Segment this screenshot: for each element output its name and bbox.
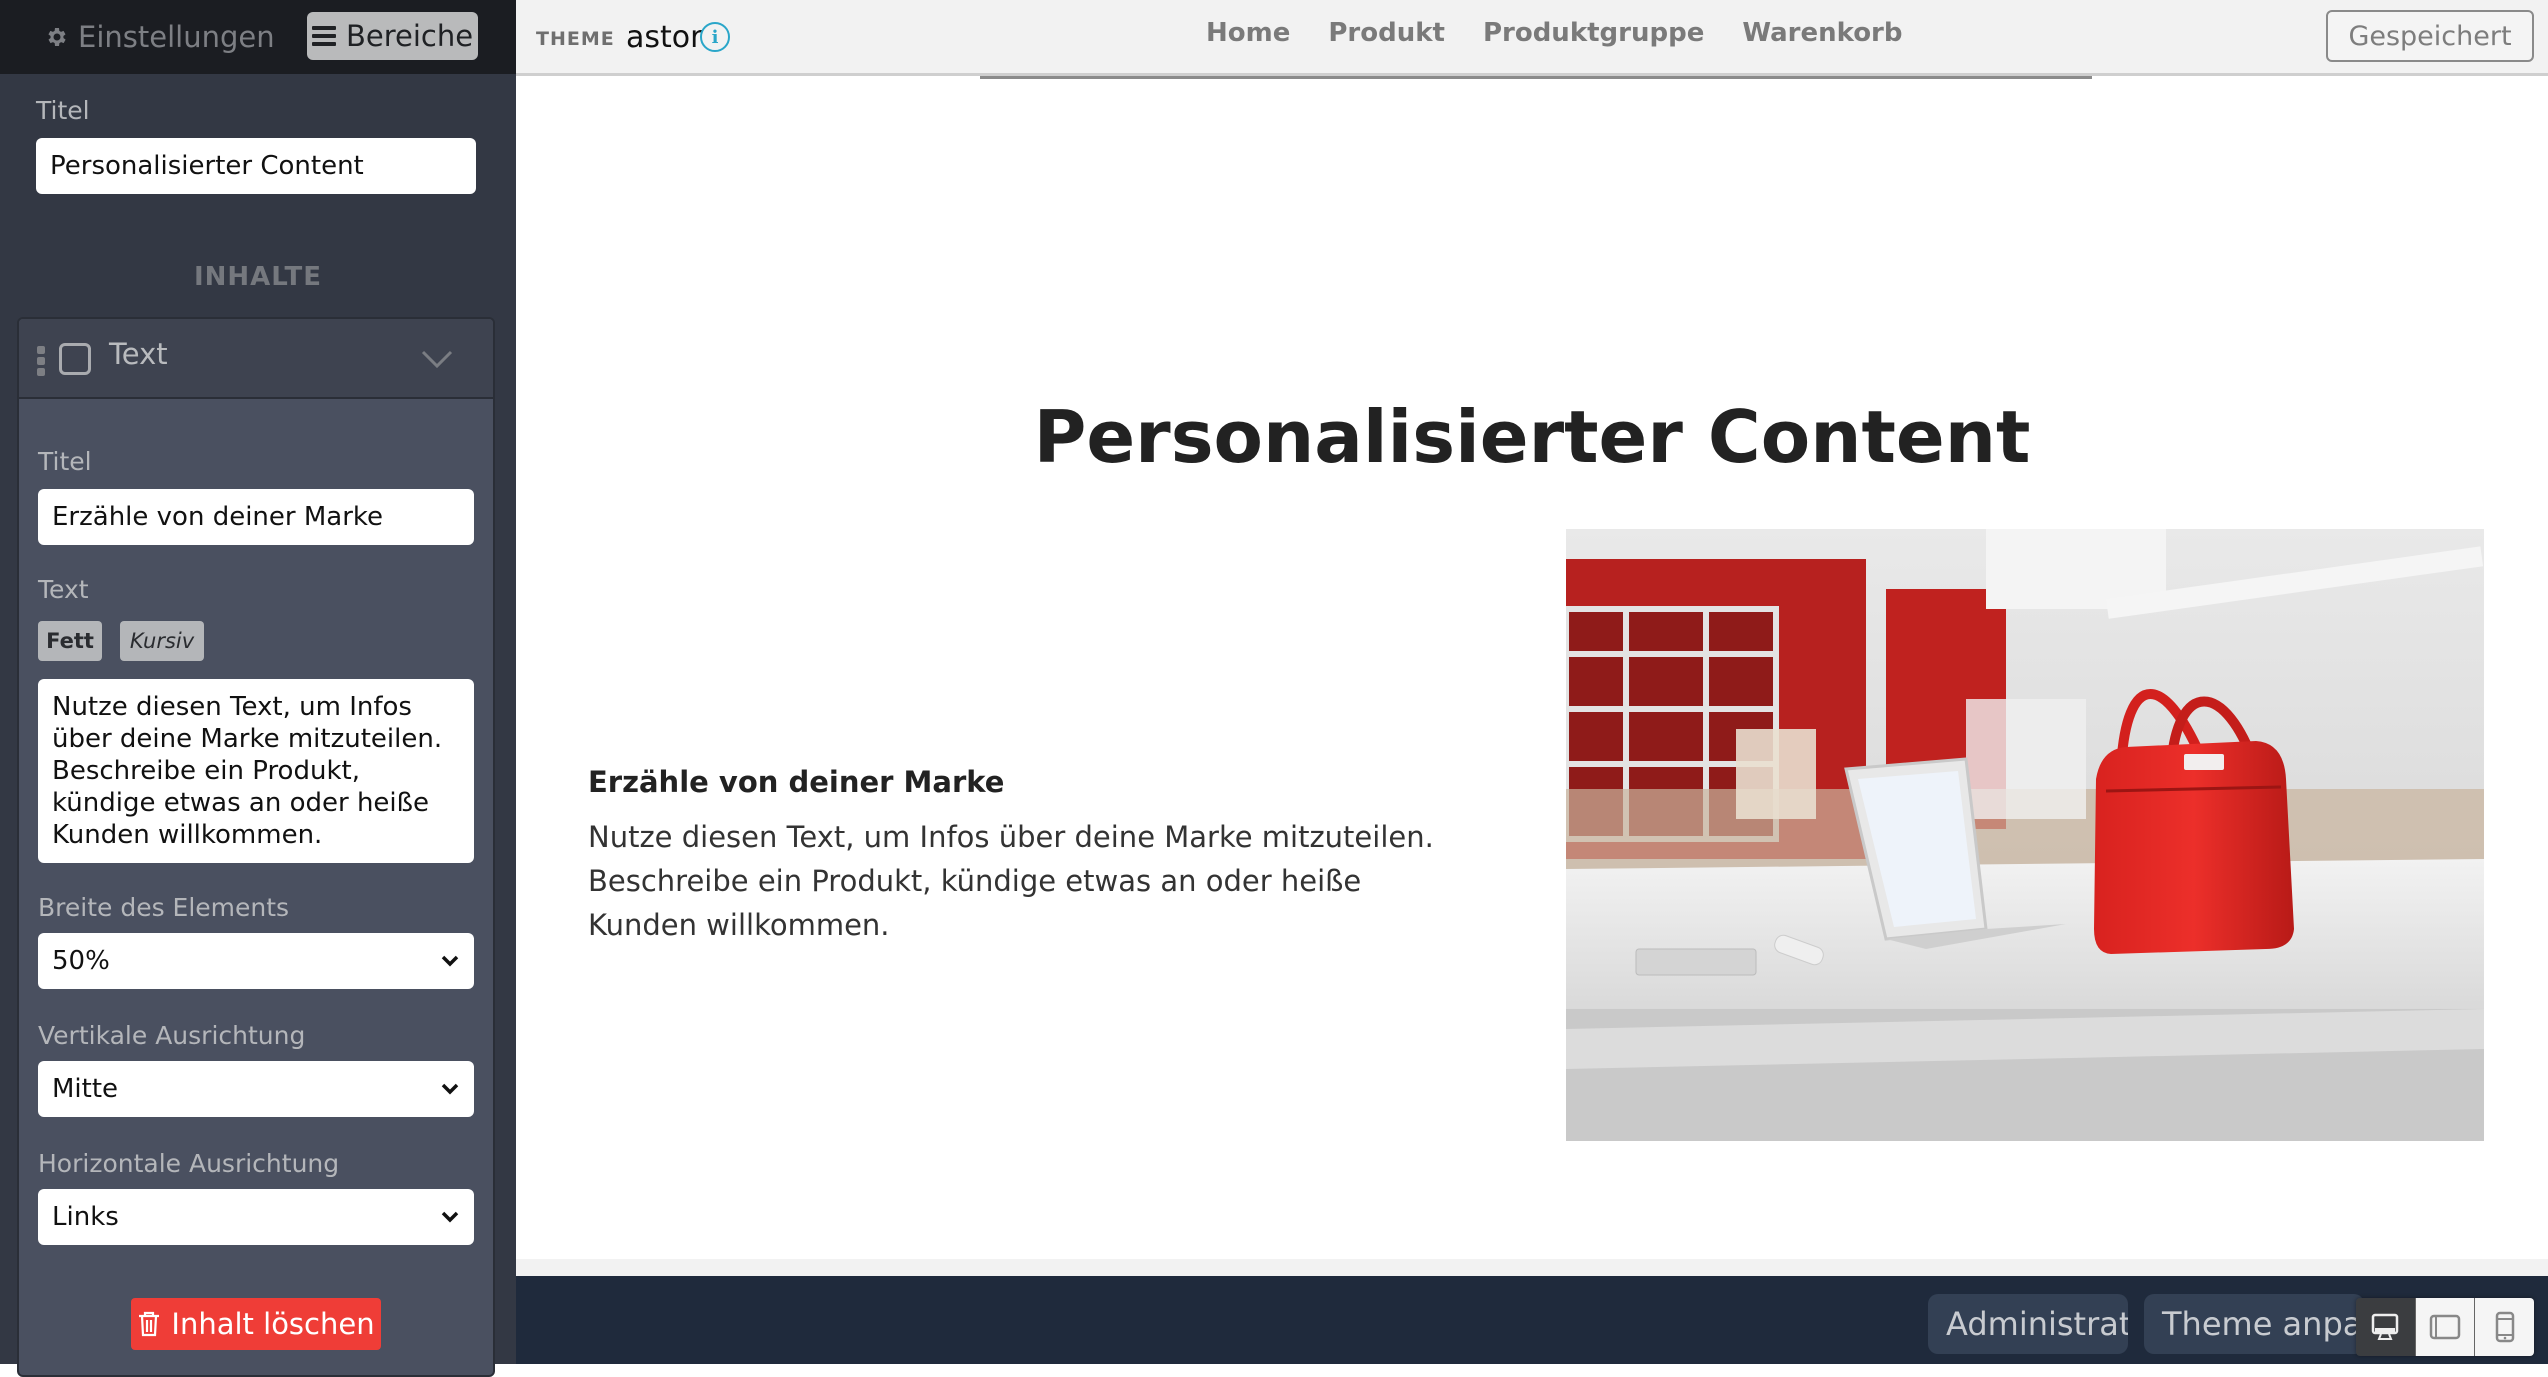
preview-topbar: THEME astor i Home Produkt Produktgruppe… bbox=[516, 0, 2548, 76]
device-mobile-button[interactable] bbox=[2475, 1298, 2534, 1356]
nav-produkt[interactable]: Produkt bbox=[1328, 18, 1445, 48]
block-title-label: Titel bbox=[38, 447, 92, 476]
width-select-value: 50% bbox=[52, 946, 110, 976]
content-image bbox=[1566, 529, 2484, 1141]
editor-bottombar: Administration Theme anpassen bbox=[516, 1276, 2548, 1364]
drag-handle-icon[interactable] bbox=[37, 346, 45, 376]
content-block-header[interactable]: Text bbox=[19, 319, 493, 399]
select-checkbox[interactable] bbox=[59, 343, 91, 375]
chevron-down-icon bbox=[441, 1083, 459, 1095]
chevron-down-icon bbox=[441, 955, 459, 967]
mobile-icon bbox=[2495, 1311, 2514, 1343]
tab-areas[interactable]: Bereiche bbox=[307, 12, 478, 60]
section-title-label: Titel bbox=[36, 96, 90, 125]
content-block-text: Text Titel Erzähle von deiner Marke Text… bbox=[17, 317, 495, 1377]
hamburger-icon bbox=[311, 26, 336, 46]
desktop-icon bbox=[2372, 1313, 2399, 1340]
halign-select[interactable]: Links bbox=[38, 1189, 474, 1245]
info-icon[interactable]: i bbox=[700, 22, 730, 52]
trash-icon bbox=[139, 1311, 160, 1337]
italic-button[interactable]: Kursiv bbox=[120, 621, 204, 661]
device-desktop-button[interactable] bbox=[2356, 1298, 2416, 1356]
administration-button[interactable]: Administration bbox=[1928, 1294, 2128, 1354]
device-switcher bbox=[2356, 1298, 2534, 1356]
sidebar-tabs: Einstellungen Bereiche bbox=[0, 0, 516, 74]
valign-select-value: Mitte bbox=[52, 1074, 119, 1104]
valign-select[interactable]: Mitte bbox=[38, 1061, 474, 1117]
width-select[interactable]: 50% bbox=[38, 933, 474, 989]
block-text-label: Text bbox=[38, 575, 89, 604]
theme-name: astor bbox=[626, 20, 703, 55]
valign-label: Vertikale Ausrichtung bbox=[38, 1021, 306, 1050]
text-block-body: Nutze diesen Text, um Infos über deine M… bbox=[588, 820, 1434, 942]
theme-label: THEME bbox=[536, 28, 615, 50]
delete-content-button[interactable]: Inhalt löschen bbox=[131, 1298, 381, 1350]
gear-icon bbox=[48, 28, 66, 46]
nav-home[interactable]: Home bbox=[1206, 18, 1290, 48]
tab-areas-label: Bereiche bbox=[345, 19, 474, 53]
contents-heading: INHALTE bbox=[193, 262, 323, 292]
canvas-bottom-strip bbox=[516, 1259, 2548, 1276]
device-tablet-button[interactable] bbox=[2415, 1298, 2476, 1356]
tab-settings-label: Einstellungen bbox=[78, 20, 275, 54]
nav-warenkorb[interactable]: Warenkorb bbox=[1742, 18, 1902, 48]
section-heading: Personalisierter Content bbox=[1033, 395, 2031, 479]
halign-label: Horizontale Ausrichtung bbox=[38, 1149, 340, 1178]
content-block-type: Text bbox=[109, 337, 168, 371]
preview-canvas: Personalisierter Content Erzähle von dei… bbox=[516, 79, 2548, 1259]
delete-content-label: Inhalt löschen bbox=[171, 1307, 375, 1341]
tablet-icon bbox=[2429, 1314, 2461, 1340]
block-text-textarea[interactable]: Nutze diesen Text, um Infos über deine M… bbox=[38, 679, 474, 863]
text-block-heading: Erzähle von deiner Marke bbox=[588, 765, 1005, 799]
tab-settings[interactable]: Einstellungen bbox=[44, 14, 275, 60]
width-label: Breite des Elements bbox=[38, 893, 290, 922]
bold-button[interactable]: Fett bbox=[38, 621, 102, 661]
editor-sidebar: Einstellungen Bereiche Titel Personalisi… bbox=[0, 0, 516, 1377]
block-title-input[interactable]: Erzähle von deiner Marke bbox=[38, 489, 474, 545]
chevron-down-icon bbox=[441, 1211, 459, 1223]
page-nav: Home Produkt Produktgruppe Warenkorb bbox=[1206, 18, 1903, 48]
chevron-down-icon[interactable] bbox=[421, 343, 453, 375]
theme-customize-button[interactable]: Theme anpassen bbox=[2144, 1294, 2364, 1354]
section-title-input[interactable]: Personalisierter Content bbox=[36, 138, 476, 194]
halign-select-value: Links bbox=[52, 1202, 119, 1232]
nav-produktgruppe[interactable]: Produktgruppe bbox=[1483, 18, 1704, 48]
saved-status-button[interactable]: Gespeichert bbox=[2326, 10, 2534, 62]
